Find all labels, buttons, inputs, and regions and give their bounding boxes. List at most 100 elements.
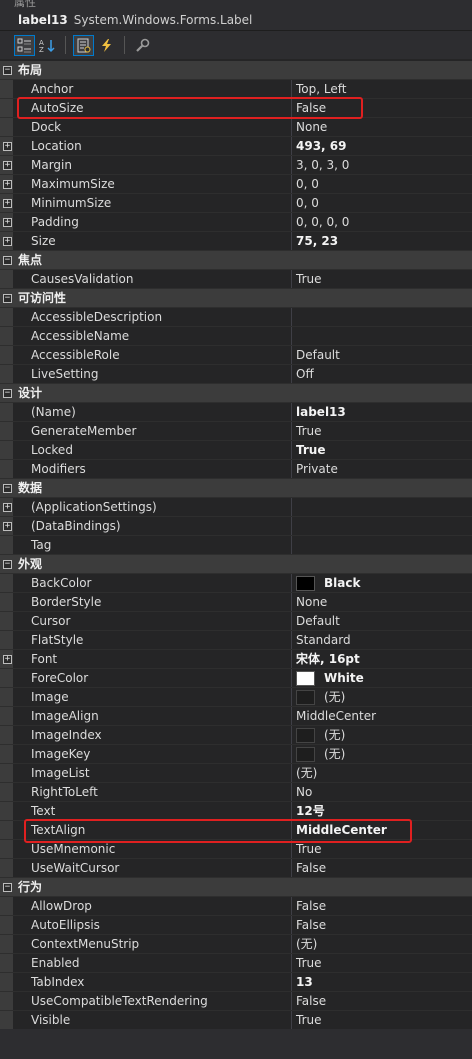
property-row-generatemember[interactable]: GenerateMember True (0, 422, 472, 441)
collapse-icon[interactable]: − (3, 66, 12, 75)
collapse-icon[interactable]: − (3, 389, 12, 398)
property-row-imagealign[interactable]: ImageAlign MiddleCenter (0, 707, 472, 726)
property-value[interactable]: True (292, 441, 472, 459)
expand-icon[interactable]: + (3, 142, 12, 151)
property-value[interactable]: False (292, 916, 472, 934)
property-value[interactable]: (无) (292, 726, 472, 744)
property-row-backcolor[interactable]: BackColor Black (0, 574, 472, 593)
property-row-padding[interactable]: + Padding 0, 0, 0, 0 (0, 213, 472, 232)
property-value[interactable]: None (292, 118, 472, 136)
property-row-minimumsize[interactable]: + MinimumSize 0, 0 (0, 194, 472, 213)
collapse-icon[interactable]: − (3, 294, 12, 303)
property-pages-button[interactable] (132, 35, 153, 56)
property-row-maximumsize[interactable]: + MaximumSize 0, 0 (0, 175, 472, 194)
property-row-locked[interactable]: Locked True (0, 441, 472, 460)
category-row[interactable]: − 可访问性 (0, 289, 472, 308)
property-value[interactable]: True (292, 270, 472, 288)
expand-icon[interactable]: + (3, 180, 12, 189)
category-row[interactable]: − 数据 (0, 479, 472, 498)
property-row-allowdrop[interactable]: AllowDrop False (0, 897, 472, 916)
property-value[interactable]: White (292, 669, 472, 687)
expand-icon[interactable]: + (3, 161, 12, 170)
property-value[interactable]: Default (292, 346, 472, 364)
property-row-name[interactable]: (Name) label13 (0, 403, 472, 422)
property-value[interactable]: Private (292, 460, 472, 478)
collapse-icon[interactable]: − (3, 256, 12, 265)
property-value[interactable]: (无) (292, 688, 472, 706)
property-value[interactable]: True (292, 1011, 472, 1029)
property-row-imagelist[interactable]: ImageList (无) (0, 764, 472, 783)
properties-button[interactable] (73, 34, 94, 56)
property-value[interactable]: Off (292, 365, 472, 383)
property-row-usewaitcursor[interactable]: UseWaitCursor False (0, 859, 472, 878)
property-value[interactable]: No (292, 783, 472, 801)
property-value[interactable]: Default (292, 612, 472, 630)
property-value[interactable]: 12号 (292, 802, 472, 820)
property-row-applicationsettings[interactable]: + (ApplicationSettings) (0, 498, 472, 517)
property-row-usecompatibletextrendering[interactable]: UseCompatibleTextRendering False (0, 992, 472, 1011)
property-row-accessiblename[interactable]: AccessibleName (0, 327, 472, 346)
property-row-dock[interactable]: Dock None (0, 118, 472, 137)
property-value[interactable]: 0, 0 (292, 175, 472, 193)
property-row-tag[interactable]: Tag (0, 536, 472, 555)
property-value[interactable] (292, 327, 472, 345)
property-row-databindings[interactable]: + (DataBindings) (0, 517, 472, 536)
property-value[interactable]: False (292, 992, 472, 1010)
property-row-visible[interactable]: Visible True (0, 1011, 472, 1030)
events-button[interactable] (96, 35, 117, 56)
expand-icon[interactable]: + (3, 522, 12, 531)
property-value[interactable]: Top, Left (292, 80, 472, 98)
property-value[interactable]: 0, 0, 0, 0 (292, 213, 472, 231)
property-row-margin[interactable]: + Margin 3, 0, 3, 0 (0, 156, 472, 175)
property-row-imageindex[interactable]: ImageIndex (无) (0, 726, 472, 745)
property-value[interactable]: 13 (292, 973, 472, 991)
property-value[interactable]: 宋体, 16pt (292, 650, 472, 668)
property-value[interactable]: 493, 69 (292, 137, 472, 155)
property-row-causesvalidation[interactable]: CausesValidation True (0, 270, 472, 289)
property-row-cursor[interactable]: Cursor Default (0, 612, 472, 631)
expand-icon[interactable]: + (3, 237, 12, 246)
property-value[interactable]: 75, 23 (292, 232, 472, 250)
expand-icon[interactable]: + (3, 218, 12, 227)
property-value[interactable]: (无) (292, 764, 472, 782)
property-row-contextmenustrip[interactable]: ContextMenuStrip (无) (0, 935, 472, 954)
category-row[interactable]: − 行为 (0, 878, 472, 897)
property-value[interactable] (292, 308, 472, 326)
property-row-font[interactable]: + Font 宋体, 16pt (0, 650, 472, 669)
category-row[interactable]: − 焦点 (0, 251, 472, 270)
property-row-imagekey[interactable]: ImageKey (无) (0, 745, 472, 764)
property-row-location[interactable]: + Location 493, 69 (0, 137, 472, 156)
property-row-size[interactable]: + Size 75, 23 (0, 232, 472, 251)
property-value[interactable]: False (292, 897, 472, 915)
alphabetical-button[interactable]: A Z (37, 35, 58, 56)
property-value[interactable] (292, 517, 472, 535)
property-value[interactable]: 0, 0 (292, 194, 472, 212)
property-value[interactable]: Black (292, 574, 472, 592)
category-row[interactable]: − 布局 (0, 61, 472, 80)
collapse-icon[interactable]: − (3, 484, 12, 493)
object-selector[interactable]: label13 System.Windows.Forms.Label (0, 9, 472, 31)
categorized-button[interactable] (14, 34, 35, 56)
property-row-accessiblerole[interactable]: AccessibleRole Default (0, 346, 472, 365)
collapse-icon[interactable]: − (3, 883, 12, 892)
property-value[interactable]: False (292, 859, 472, 877)
property-row-modifiers[interactable]: Modifiers Private (0, 460, 472, 479)
property-value[interactable]: label13 (292, 403, 472, 421)
expand-icon[interactable]: + (3, 503, 12, 512)
expand-icon[interactable]: + (3, 655, 12, 664)
expand-icon[interactable]: + (3, 199, 12, 208)
property-row-righttoleft[interactable]: RightToLeft No (0, 783, 472, 802)
property-row-flatstyle[interactable]: FlatStyle Standard (0, 631, 472, 650)
property-value[interactable]: Standard (292, 631, 472, 649)
property-value[interactable]: (无) (292, 745, 472, 763)
property-row-livesetting[interactable]: LiveSetting Off (0, 365, 472, 384)
property-value[interactable] (292, 536, 472, 554)
property-value[interactable]: MiddleCenter (292, 707, 472, 725)
property-value[interactable]: True (292, 954, 472, 972)
property-value[interactable]: (无) (292, 935, 472, 953)
property-value[interactable]: 3, 0, 3, 0 (292, 156, 472, 174)
collapse-icon[interactable]: − (3, 560, 12, 569)
property-row-tabindex[interactable]: TabIndex 13 (0, 973, 472, 992)
property-row-borderstyle[interactable]: BorderStyle None (0, 593, 472, 612)
category-row[interactable]: − 外观 (0, 555, 472, 574)
